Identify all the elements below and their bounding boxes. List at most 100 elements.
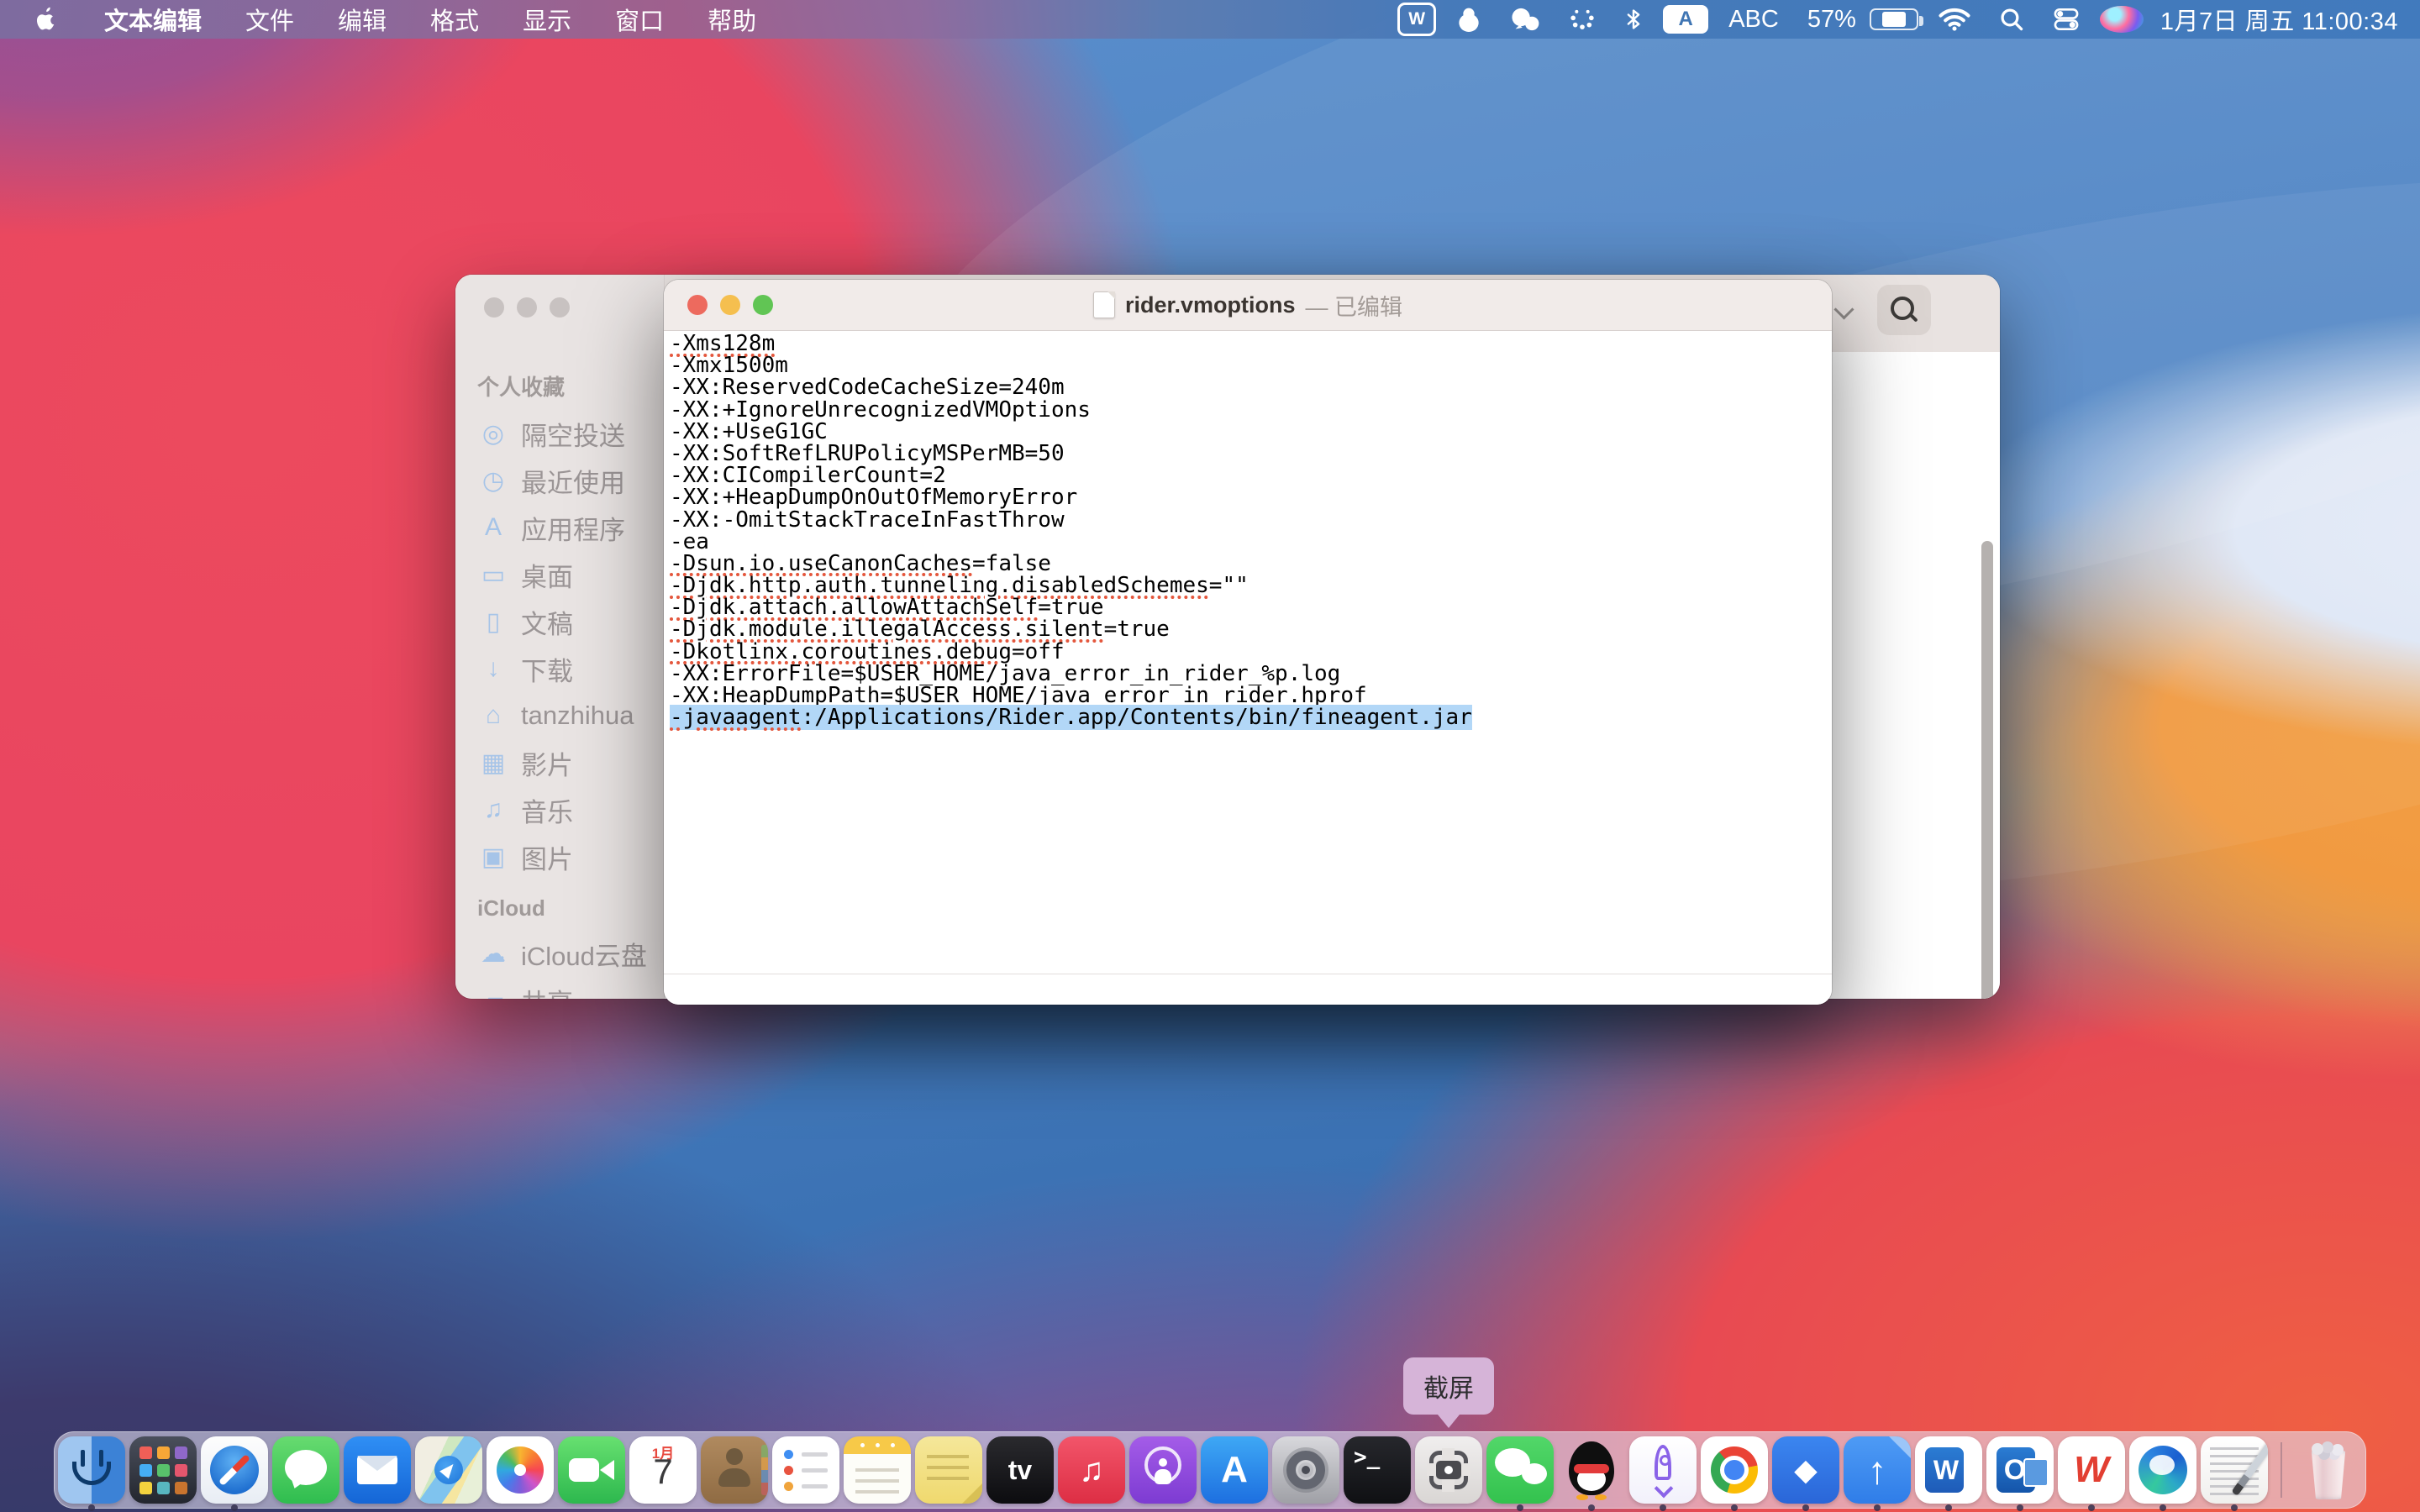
finder-traffic-lights (484, 297, 570, 318)
dock-icon-reminders[interactable] (772, 1436, 839, 1504)
sidebar-item-recents[interactable]: ◷最近使用 (455, 457, 664, 504)
dock-icon-music[interactable]: ♫ (1058, 1436, 1125, 1504)
textedit-titlebar[interactable]: rider.vmoptions — 已编辑 (664, 280, 1832, 331)
menu-app-name[interactable]: 文本编辑 (82, 2, 224, 37)
bluetooth-icon[interactable] (1616, 0, 1651, 39)
icon-layer (157, 1464, 170, 1477)
dock-icon-textedit[interactable] (2201, 1436, 2268, 1504)
code-line: -ea (670, 531, 1832, 553)
dock-icon-qq[interactable] (1558, 1436, 1625, 1504)
dock-icon-chrome[interactable] (1701, 1436, 1768, 1504)
chevron-down-icon[interactable] (1833, 298, 1855, 320)
finder-close-button[interactable] (484, 297, 504, 318)
dock-icon-finder[interactable] (58, 1436, 125, 1504)
airdrop-icon: ◎ (477, 419, 509, 449)
edge-icon (2129, 1436, 2196, 1504)
wifi-icon[interactable] (1930, 0, 1979, 39)
text-editor-area[interactable]: -Xms128m-Xmx1500m-XX:ReservedCodeCacheSi… (664, 331, 1832, 974)
dock-icon-edge[interactable] (2129, 1436, 2196, 1504)
sidebar-item-documents[interactable]: ▯文稿 (455, 598, 664, 645)
code-line: -XX:CICompilerCount=2 (670, 465, 1832, 486)
dock-icon-appstore[interactable]: A (1201, 1436, 1268, 1504)
dock-icon-arrow[interactable]: ↑ (1844, 1436, 1911, 1504)
dock-icon-safari[interactable] (201, 1436, 268, 1504)
finder-minimize-button[interactable] (517, 297, 537, 318)
facetime-icon (558, 1436, 625, 1504)
code-line: -Dkotlinx.coroutines.debug=off (670, 641, 1832, 663)
icloud-drive-icon: ☁ (477, 939, 509, 969)
code-line: -Dsun.io.useCanonCaches=false (670, 553, 1832, 575)
launchpad-icon (129, 1436, 197, 1504)
dock-icon-wps[interactable]: W (2058, 1436, 2125, 1504)
dock-icon-trash[interactable] (2295, 1436, 2362, 1504)
sidebar-item-shared[interactable]: ▱共享 (455, 977, 664, 999)
menu-item[interactable]: 窗口 (593, 2, 686, 37)
misspelled-token: -javaagent (670, 705, 802, 730)
input-source-icon[interactable]: A (1663, 5, 1708, 34)
menu-item[interactable]: 编辑 (316, 2, 408, 37)
dock-icon-podcasts[interactable] (1129, 1436, 1197, 1504)
code-line: -XX:+IgnoreUnrecognizedVMOptions (670, 399, 1832, 421)
dock-icon-outlook[interactable]: O (1986, 1436, 2054, 1504)
menu-item[interactable]: 文件 (224, 2, 316, 37)
dock-icon-contacts[interactable] (701, 1436, 768, 1504)
sidebar-item-pictures[interactable]: ▣图片 (455, 833, 664, 880)
dock-icon-facetime[interactable] (558, 1436, 625, 1504)
menu-item[interactable]: 帮助 (686, 2, 778, 37)
zoom-button[interactable] (753, 295, 773, 315)
dock-icon-stickies[interactable] (915, 1436, 982, 1504)
menu-item[interactable]: 显示 (501, 2, 593, 37)
dotted-grid-icon[interactable] (1560, 0, 1604, 39)
control-center-icon[interactable] (2044, 0, 2088, 39)
sidebar-item-music[interactable]: ♫音乐 (455, 786, 664, 833)
dock-icon-screenshot[interactable]: 截屏 (1415, 1436, 1482, 1504)
dock-icon-terminal[interactable]: >_ (1344, 1436, 1411, 1504)
battery-icon[interactable] (1870, 8, 1918, 30)
dock-icon-word[interactable]: W (1915, 1436, 1982, 1504)
finder-search-button[interactable] (1877, 285, 1931, 335)
wechat-menu-icon[interactable] (1502, 0, 1549, 39)
dock-icon-calendar[interactable]: 1月7 (629, 1436, 697, 1504)
siri-icon[interactable] (2100, 6, 2144, 33)
sidebar-item-movies[interactable]: ▦影片 (455, 739, 664, 786)
dock-icon-cube[interactable]: ◆ (1772, 1436, 1839, 1504)
menu-item[interactable]: 格式 (408, 2, 501, 37)
dock-icon-launchpad[interactable] (129, 1436, 197, 1504)
wps-menu-icon[interactable]: W (1397, 3, 1436, 36)
finder-zoom-button[interactable] (550, 297, 570, 318)
icon-glyph: W (2074, 1449, 2109, 1491)
battery-fill (1882, 12, 1907, 27)
apple-menu[interactable] (34, 5, 59, 34)
code-token: ="" (1209, 573, 1249, 598)
qq-menu-icon[interactable] (1448, 0, 1490, 39)
finder-scrollbar[interactable] (1981, 541, 1993, 999)
dock-icon-mail[interactable] (344, 1436, 411, 1504)
dock-icon-wechat[interactable] (1486, 1436, 1554, 1504)
sidebar-item-airdrop[interactable]: ◎隔空投送 (455, 410, 664, 457)
sidebar-item-home[interactable]: ⌂tanzhihua (455, 692, 664, 739)
appstore-icon: A (1201, 1436, 1268, 1504)
dock-icon-appletv[interactable]: tv (986, 1436, 1054, 1504)
sidebar-item-icloud-drive[interactable]: ☁iCloud云盘 (455, 930, 664, 977)
dock-icon-settings[interactable] (1272, 1436, 1339, 1504)
icon-layer (72, 1462, 111, 1485)
sidebar-item-desktop[interactable]: ▭桌面 (455, 551, 664, 598)
close-button[interactable] (687, 295, 708, 315)
dock-icon-maps[interactable] (415, 1436, 482, 1504)
input-method-label[interactable]: ABC (1720, 0, 1787, 39)
icon-layer (927, 1455, 969, 1458)
dock-icon-photos[interactable] (487, 1436, 554, 1504)
screenshot-icon (1415, 1436, 1482, 1504)
sidebar-item-applications[interactable]: A应用程序 (455, 504, 664, 551)
running-indicator (1945, 1504, 1952, 1511)
icon-layer (718, 1468, 750, 1487)
sidebar-item-downloads[interactable]: ↓下载 (455, 645, 664, 692)
spotlight-icon[interactable] (1991, 0, 2033, 39)
dock-icon-notes[interactable] (844, 1436, 911, 1504)
dock-icon-rocket[interactable] (1629, 1436, 1697, 1504)
icon-layer (357, 1456, 397, 1471)
dock-icon-messages[interactable] (272, 1436, 339, 1504)
terminal-icon: >_ (1344, 1436, 1411, 1504)
minimize-button[interactable] (720, 295, 740, 315)
menu-clock[interactable]: 1月7日 周五 11:00:34 (2155, 2, 2398, 37)
